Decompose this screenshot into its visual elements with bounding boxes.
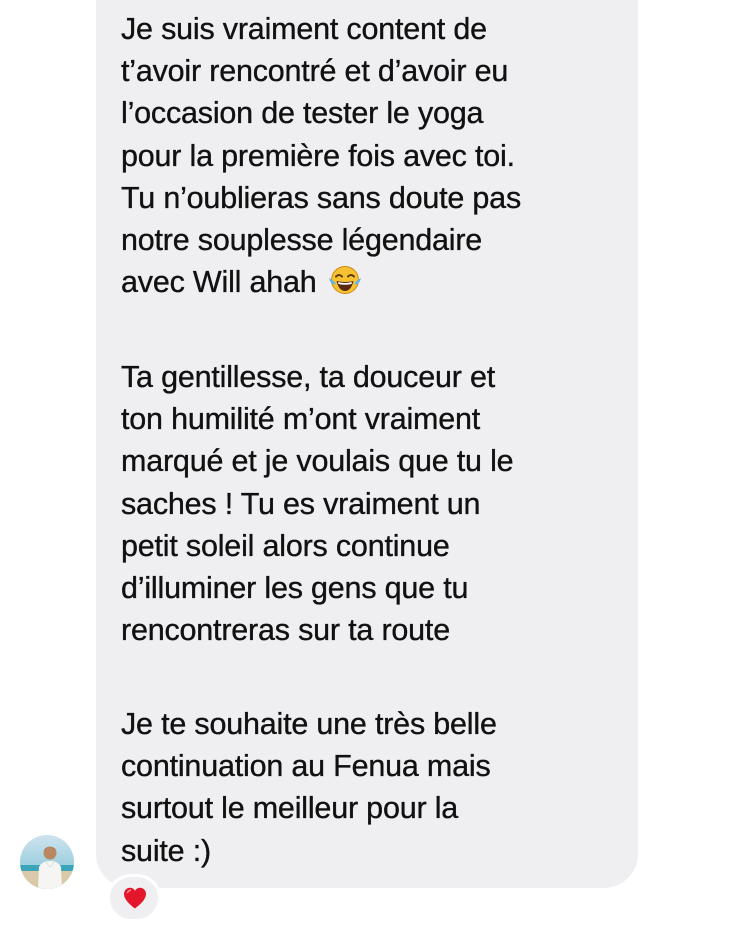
message-line: saches ! Tu es vraiment un	[121, 486, 481, 521]
message-line-with-emoji: avec Will ahah	[121, 261, 621, 303]
message-line: marqué et je voulais que tu le	[121, 444, 514, 479]
message-line: d’illuminer les gens que tu	[121, 571, 469, 606]
message-line: avec Will ahah	[121, 265, 325, 300]
message-line: continuation au Fenua mais	[121, 749, 491, 784]
message-paragraph: Je te souhaite une très belle continuati…	[121, 703, 621, 872]
message-paragraph: Ta gentillesse, ta douceur et ton humili…	[121, 356, 621, 651]
message-line: notre souplesse légendaire	[121, 223, 483, 258]
message-line: pour la première fois avec toi.	[121, 138, 515, 173]
message-line: suite :)	[121, 833, 211, 868]
reaction-badge[interactable]	[107, 874, 161, 922]
message-line: Ta gentillesse, ta douceur et	[121, 360, 496, 394]
message-line: Je te souhaite une très belle	[121, 707, 497, 741]
face-with-tears-of-joy-emoji	[327, 264, 363, 296]
message-line: rencontreras sur ta route	[121, 613, 451, 648]
message-line: t’avoir rencontré et d’avoir eu	[121, 54, 509, 89]
avatar[interactable]	[20, 835, 74, 889]
red-heart-icon	[124, 887, 146, 909]
message-line: Je suis vraiment content de	[121, 12, 487, 46]
message-paragraph: Je suis vraiment content de t’avoir renc…	[121, 8, 621, 303]
message-line: petit soleil alors continue	[121, 528, 450, 563]
message-line: surtout le meilleur pour la	[121, 791, 459, 826]
message-line: ton humilité m’ont vraiment	[121, 402, 481, 437]
message-line: l’occasion de tester le yoga	[121, 96, 484, 131]
message-line: Tu n’oublieras sans doute pas	[121, 180, 522, 215]
